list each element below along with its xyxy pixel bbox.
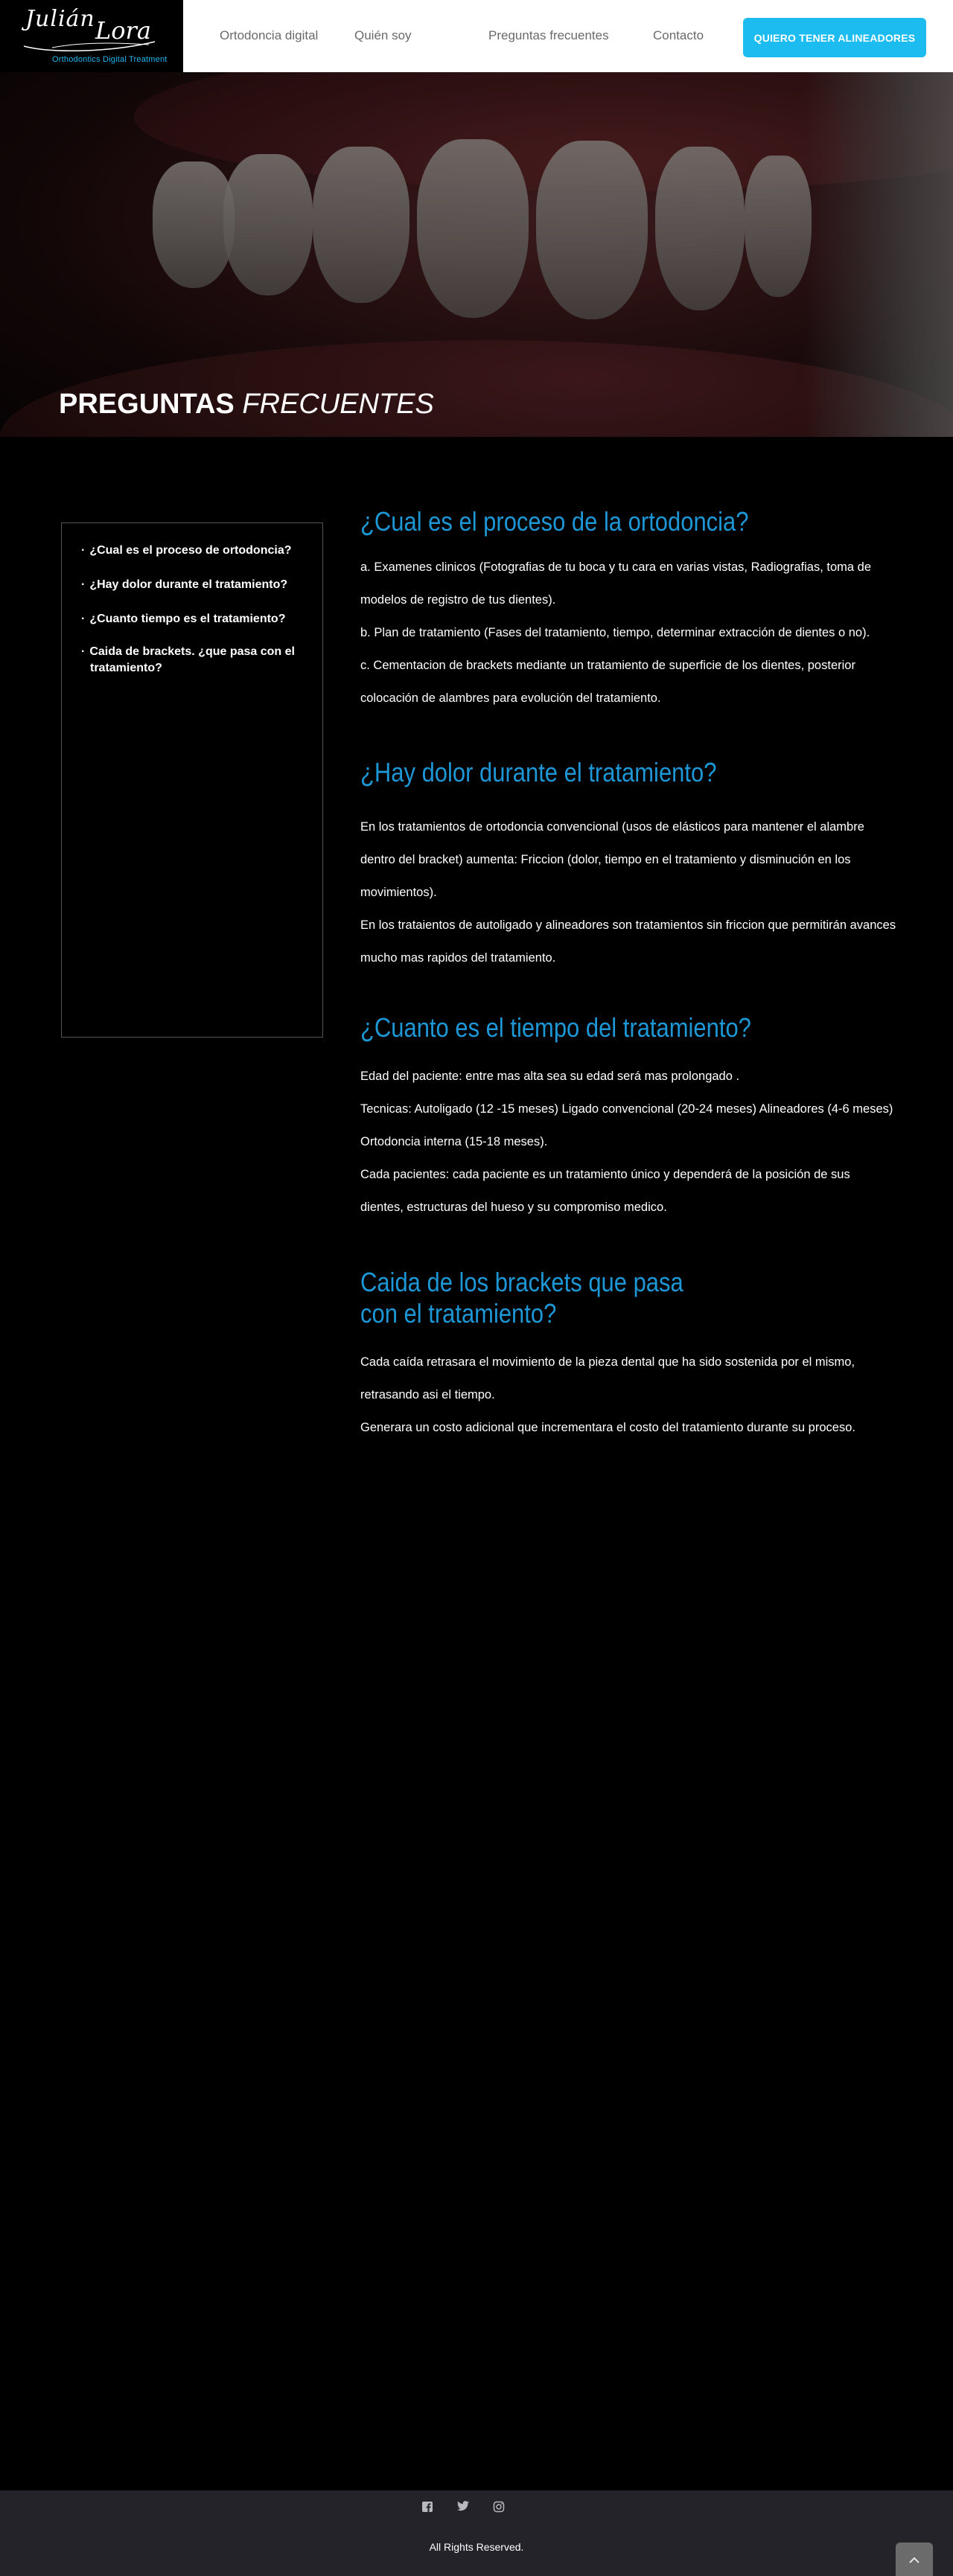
faq-paragraph: b. Plan de tratamiento (Fases del tratam… — [360, 626, 870, 639]
faq-paragraph: Generara un costo adicional que incremen… — [360, 1421, 855, 1434]
faq-section-title: ¿Cual es el proceso de la ortodoncia? — [360, 506, 749, 537]
faq-section-title: ¿Hay dolor durante el tratamiento? — [360, 757, 717, 787]
hero-overlay — [0, 72, 953, 437]
copyright-text: All Rights Reserved. — [429, 2541, 524, 2553]
logo-script-first: Julián — [25, 6, 95, 32]
faq-table-of-contents: ¿Cual es el proceso de ortodoncia? ¿Hay … — [61, 522, 323, 1038]
faq-section-title: ¿Cuanto es el tiempo del tratamiento? — [360, 1012, 751, 1043]
site-header: Julián Lora Orthodontics Digital Treatme… — [0, 0, 953, 72]
faq-section: ¿Hay dolor durante el tratamiento? En lo… — [360, 757, 896, 974]
faq-section: Caida de los brackets que pasa con el tr… — [360, 1267, 896, 1444]
faq-section-title: Caida de los brackets que pasa con el tr… — [360, 1267, 683, 1329]
instagram-icon[interactable] — [491, 2501, 506, 2516]
chevron-up-icon — [909, 2557, 919, 2563]
hero-banner: PREGUNTAS FRECUENTES — [0, 72, 953, 437]
faq-paragraph: En los tratamientos de ortodoncia conven… — [360, 820, 864, 899]
faq-paragraph: Cada pacientes: cada paciente es un trat… — [360, 1168, 850, 1214]
toc-item-dolor[interactable]: ¿Hay dolor durante el tratamiento? — [81, 577, 306, 593]
toc-item-proceso[interactable]: ¿Cual es el proceso de ortodoncia? — [81, 543, 306, 559]
faq-paragraph: a. Examenes clinicos (Fotografias de tu … — [360, 560, 871, 607]
faq-paragraph: Edad del paciente: entre mas alta sea su… — [360, 1070, 740, 1083]
toc-item-tiempo[interactable]: ¿Cuanto tiempo es el tratamiento? — [81, 611, 306, 627]
page-title: PREGUNTAS FRECUENTES — [59, 389, 434, 421]
logo[interactable]: Julián Lora Orthodontics Digital Treatme… — [0, 0, 183, 72]
cta-button[interactable]: QUIERO TENER ALINEADORES — [743, 18, 926, 57]
logo-swoosh-icon — [23, 41, 156, 51]
faq-paragraph: Cada caída retrasara el movimiento de la… — [360, 1355, 855, 1402]
back-to-top-button[interactable] — [896, 2543, 933, 2576]
toc-item-brackets[interactable]: Caida de brackets. ¿que pasa con el trat… — [81, 644, 306, 677]
faq-paragraph: c. Cementacion de brackets mediante un t… — [360, 659, 855, 705]
faq-paragraph: Tecnicas: Autoligado (12 -15 meses) Liga… — [360, 1102, 893, 1148]
nav-item-preguntas-frecuentes[interactable]: Preguntas frecuentes — [488, 28, 609, 43]
faq-section: ¿Cual es el proceso de la ortodoncia? a.… — [360, 506, 896, 715]
nav-item-quien-soy[interactable]: Quién soy — [354, 28, 412, 43]
nav-item-contacto[interactable]: Contacto — [653, 28, 704, 43]
logo-tagline: Orthodontics Digital Treatment — [52, 55, 168, 64]
page-title-italic: FRECUENTES — [242, 389, 434, 420]
page-title-bold: PREGUNTAS — [59, 389, 235, 420]
faq-paragraph: En los trataientos de autoligado y aline… — [360, 918, 896, 965]
twitter-icon[interactable] — [456, 2501, 471, 2516]
nav-item-ortodoncia-digital[interactable]: Ortodoncia digital — [220, 28, 318, 43]
social-links — [420, 2501, 506, 2516]
site-footer: All Rights Reserved. — [0, 2490, 953, 2576]
facebook-icon[interactable] — [420, 2501, 435, 2516]
faq-section: ¿Cuanto es el tiempo del tratamiento? Ed… — [360, 1012, 896, 1224]
